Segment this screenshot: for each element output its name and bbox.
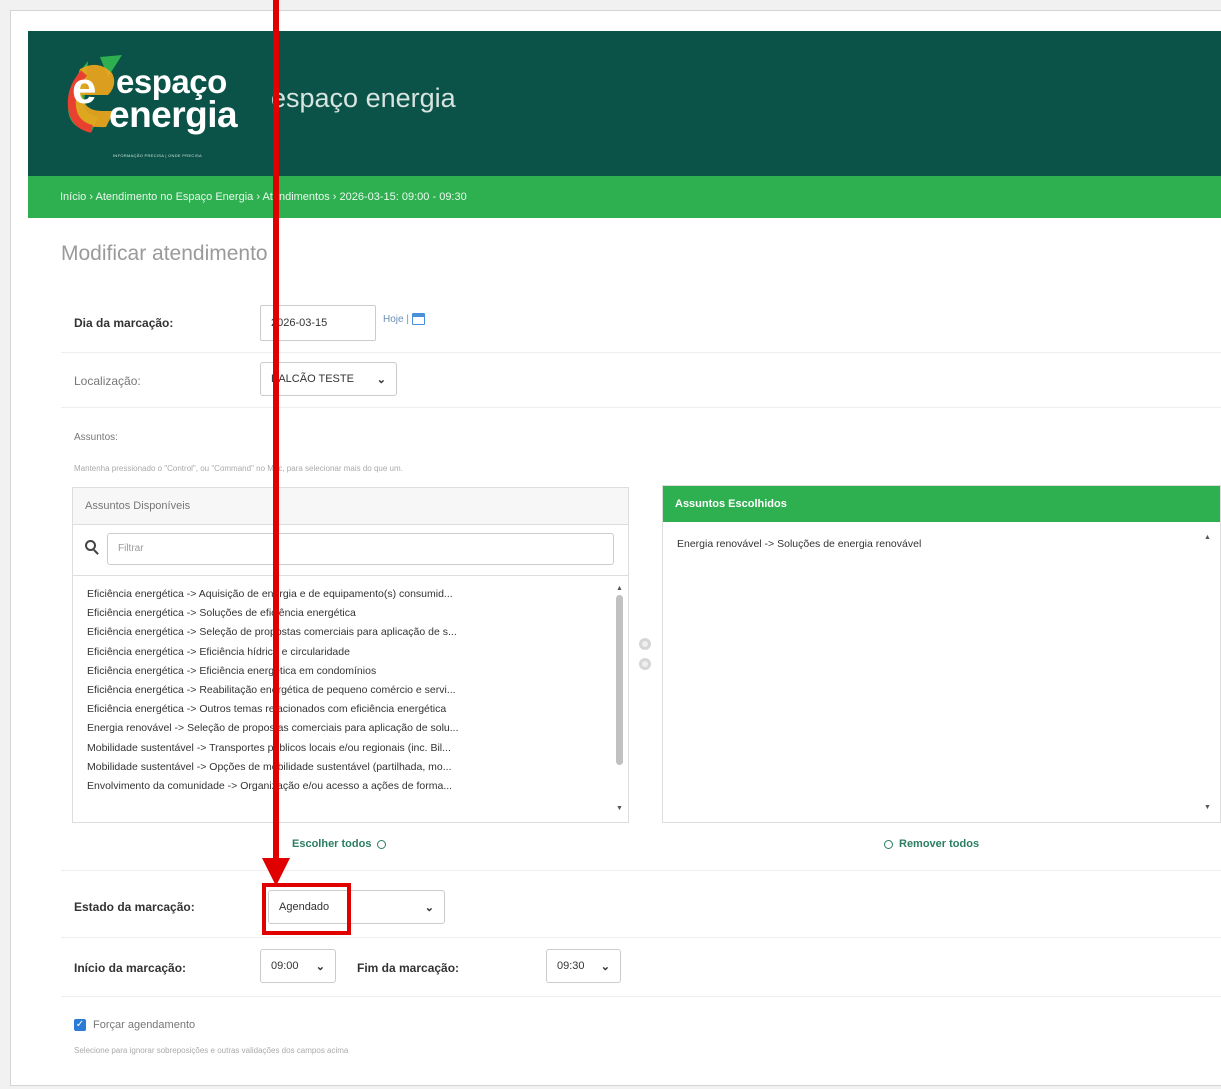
force-label[interactable]: Forçar agendamento: [93, 1019, 195, 1031]
brand-wordmark: espaço energia: [109, 65, 238, 133]
chosen-subjects-list[interactable]: Energia renovável -> Soluções de energia…: [677, 538, 921, 550]
subjects-label: Assuntos:: [74, 432, 118, 443]
list-item[interactable]: Eficiência energética -> Outros temas re…: [87, 700, 607, 719]
breadcrumb-separator: ›: [256, 191, 260, 203]
scroll-thumb[interactable]: [616, 595, 623, 765]
row-divider: [61, 407, 1221, 408]
available-subjects-title: Assuntos Disponíveis: [73, 488, 628, 525]
breadcrumb-home[interactable]: Início: [60, 191, 86, 203]
annotation-arrow-line: [273, 0, 279, 862]
location-value: BALCÃO TESTE: [271, 373, 354, 385]
scroll-up-icon[interactable]: ▲: [615, 585, 624, 592]
list-item[interactable]: Envolvimento da comunidade -> Organizaçã…: [87, 777, 607, 796]
list-item[interactable]: Mobilidade sustentável -> Opções de mobi…: [87, 758, 607, 777]
list-item[interactable]: Eficiência energética -> Eficiência hídr…: [87, 643, 607, 662]
remove-circle-icon: [884, 839, 893, 849]
start-value: 09:00: [271, 960, 299, 972]
list-item[interactable]: Energia renovável -> Soluções de energia…: [677, 538, 921, 550]
brand-logo[interactable]: e espaço energia INFORMAÇÃO PRECISA | ON…: [62, 41, 257, 166]
page-title: Modificar atendimento: [61, 242, 268, 265]
available-subjects-list[interactable]: Eficiência energética -> Aquisição de en…: [87, 585, 607, 796]
chevron-down-icon: ⌄: [376, 373, 386, 386]
remove-all-button[interactable]: Remover todos: [884, 838, 979, 850]
move-right-icon[interactable]: [639, 638, 651, 650]
filter-input[interactable]: Filtrar: [107, 533, 614, 565]
svg-text:e: e: [72, 64, 96, 113]
filter-row: Filtrar: [73, 525, 628, 576]
available-subjects-box: Assuntos Disponíveis Filtrar Eficiência …: [72, 487, 629, 823]
list-item[interactable]: Eficiência energética -> Reabilitação en…: [87, 681, 607, 700]
chevron-down-icon: ⌄: [315, 960, 325, 973]
site-header: e espaço energia INFORMAÇÃO PRECISA | ON…: [28, 31, 1221, 176]
start-label: Início da marcação:: [74, 961, 187, 975]
row-divider: [61, 996, 1221, 997]
breadcrumb-separator: ›: [89, 191, 94, 203]
list-item[interactable]: Eficiência energética -> Soluções de efi…: [87, 604, 607, 623]
brand-tagline: INFORMAÇÃO PRECISA | ONDE PRECISA: [113, 153, 202, 158]
start-select[interactable]: 09:00 ⌄: [260, 949, 336, 983]
end-select[interactable]: 09:30 ⌄: [546, 949, 621, 983]
chosen-subjects-box: Assuntos Escolhidos Energia renovável ->…: [662, 485, 1221, 823]
choose-all-label: Escolher todos: [292, 838, 372, 850]
force-checkbox[interactable]: ✓: [74, 1019, 86, 1031]
list-item[interactable]: Energia renovável -> Seleção de proposta…: [87, 719, 607, 738]
state-label: Estado da marcação:: [74, 900, 195, 914]
list-item[interactable]: Eficiência energética -> Eficiência ener…: [87, 662, 607, 681]
location-select[interactable]: BALCÃO TESTE ⌄: [260, 362, 397, 396]
force-help: Selecione para ignorar sobreposições e o…: [74, 1046, 349, 1055]
scroll-down-icon[interactable]: ▼: [615, 805, 624, 812]
subjects-help: Mantenha pressionado o "Control", ou "Co…: [74, 464, 403, 473]
end-label: Fim da marcação:: [357, 961, 460, 975]
move-left-icon[interactable]: [639, 658, 651, 670]
end-value: 09:30: [557, 960, 585, 972]
list-item[interactable]: Eficiência energética -> Aquisição de en…: [87, 585, 607, 604]
today-link[interactable]: Hoje |: [383, 314, 409, 325]
choose-all-button[interactable]: Escolher todos: [292, 838, 387, 850]
location-label: Localização:: [74, 374, 141, 388]
scroll-down-icon[interactable]: ▼: [1203, 804, 1212, 811]
date-label: Dia da marcação:: [74, 316, 174, 330]
breadcrumb-separator: ›: [332, 191, 337, 203]
calendar-icon[interactable]: [411, 313, 425, 325]
annotation-highlight-box: [262, 883, 351, 935]
scroll-up-icon[interactable]: ▲: [1203, 534, 1212, 541]
search-icon: [85, 540, 96, 551]
chosen-subjects-title: Assuntos Escolhidos: [663, 486, 1220, 522]
list-item[interactable]: Mobilidade sustentável -> Transportes pú…: [87, 739, 607, 758]
list-item[interactable]: Eficiência energética -> Seleção de prop…: [87, 623, 607, 642]
site-title: espaço energia: [271, 83, 456, 113]
row-divider: [61, 352, 1221, 353]
remove-all-label: Remover todos: [899, 838, 980, 850]
breadcrumb-current: 2026-03-15: 09:00 - 09:30: [339, 191, 467, 203]
add-circle-icon: [377, 839, 387, 849]
annotation-arrow-head: [262, 858, 290, 886]
brand-line2: energia: [109, 94, 238, 135]
chevron-down-icon: ⌄: [600, 960, 610, 973]
chevron-down-icon: ⌄: [424, 901, 434, 914]
breadcrumb: Início › Atendimento no Espaço Energia ›…: [28, 176, 1221, 218]
row-divider: [61, 937, 1221, 938]
row-divider: [61, 870, 1221, 871]
list-scrollbar[interactable]: ▲ ▼: [615, 585, 624, 816]
today-link-group: Hoje |: [383, 313, 425, 325]
breadcrumb-atendimento-espaco[interactable]: Atendimento no Espaço Energia: [95, 191, 253, 203]
